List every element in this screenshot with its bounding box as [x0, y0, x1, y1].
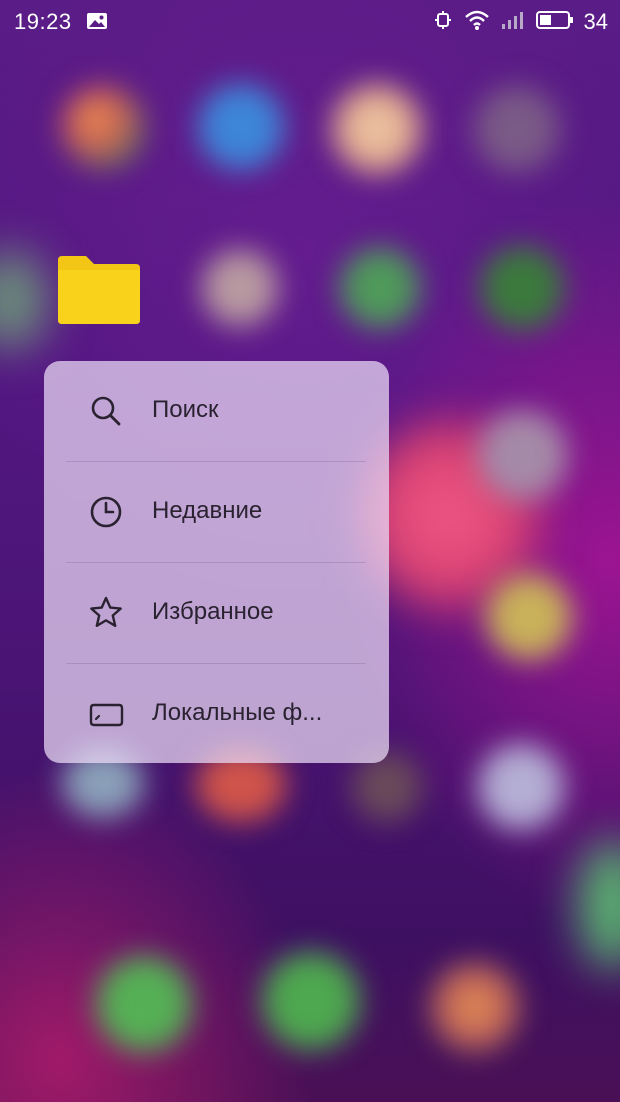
blurred-dock-icon: [96, 956, 192, 1052]
menu-item-label: Поиск: [152, 396, 219, 423]
gallery-icon: [86, 12, 108, 30]
status-bar: 19:23 34: [0, 0, 620, 44]
blurred-app-icon: [202, 250, 278, 326]
star-icon: [88, 595, 124, 631]
folder-context-menu: Поиск Недавние Избранное Локальные ф...: [44, 361, 389, 763]
blurred-app-icon: [198, 84, 284, 170]
blurred-app-icon: [578, 840, 620, 970]
battery-icon: [535, 10, 574, 35]
folder-icon[interactable]: [56, 254, 142, 326]
sync-icon: [432, 9, 454, 36]
blurred-app-icon: [486, 574, 572, 660]
blurred-dock-icon: [262, 952, 360, 1050]
menu-item-local-files[interactable]: Локальные ф...: [44, 664, 389, 763]
menu-item-label: Локальные ф...: [152, 699, 323, 726]
blurred-app-icon: [478, 744, 564, 830]
menu-item-label: Избранное: [152, 598, 274, 625]
menu-item-search[interactable]: Поиск: [44, 361, 389, 461]
storage-icon: [88, 696, 124, 732]
blurred-app-icon: [340, 248, 420, 328]
wifi-icon: [464, 9, 490, 36]
search-icon: [88, 393, 124, 429]
status-time: 19:23: [14, 9, 72, 34]
blurred-app-icon: [332, 84, 422, 174]
blurred-app-icon: [0, 250, 50, 350]
blurred-app-icon: [474, 86, 560, 172]
blurred-app-icon: [480, 246, 564, 330]
blurred-app-icon: [478, 410, 568, 500]
signal-icon: [500, 9, 526, 36]
menu-item-favorites[interactable]: Избранное: [44, 563, 389, 663]
menu-item-label: Недавние: [152, 497, 263, 524]
battery-percentage: 34: [583, 9, 608, 34]
status-icons: 34: [432, 8, 608, 36]
blurred-dock-icon: [430, 962, 520, 1052]
menu-item-recent[interactable]: Недавние: [44, 462, 389, 562]
clock-icon: [88, 494, 124, 530]
blurred-app-icon: [62, 86, 144, 168]
